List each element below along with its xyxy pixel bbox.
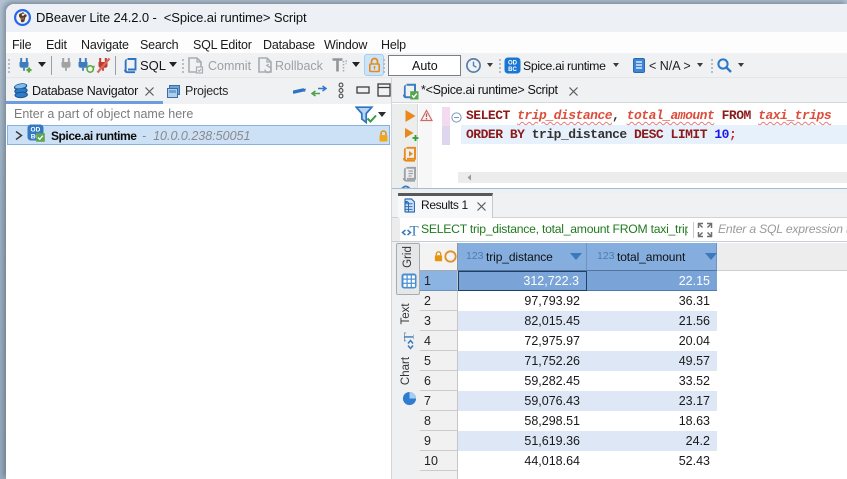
svg-text:OD: OD: [31, 127, 41, 134]
svg-text:BC: BC: [508, 67, 517, 73]
svg-text:T: T: [402, 332, 418, 341]
svg-text:OD: OD: [508, 61, 518, 67]
